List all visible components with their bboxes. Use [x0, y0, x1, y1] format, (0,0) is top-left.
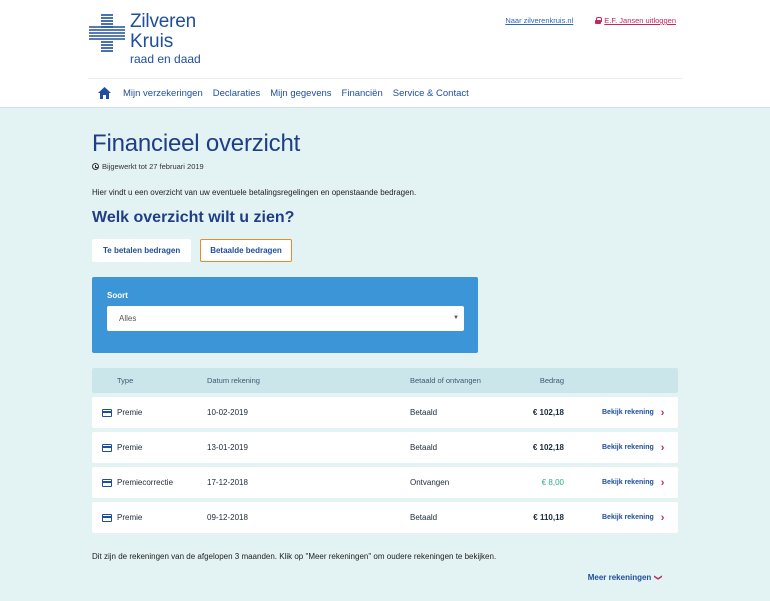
chevron-right-icon: ›: [660, 441, 665, 454]
overview-tabs: Te betalen bedragen Betaalde bedragen: [92, 239, 292, 262]
header-status: Betaald of ontvangen: [410, 376, 481, 385]
main-nav: Mijn verzekeringen Declaraties Mijn gege…: [98, 87, 469, 99]
site-header: Zilveren Kruis raad en daad Naar zilvere…: [0, 0, 770, 108]
zilveren-kruis-logo[interactable]: Zilveren Kruis raad en daad: [88, 12, 201, 65]
updated-text: Bijgewerkt tot 27 februari 2019: [102, 162, 204, 171]
table-row: Premie 10-02-2019 Betaald € 102,18 Bekij…: [92, 397, 678, 428]
nav-item-service-contact[interactable]: Service & Contact: [393, 88, 469, 99]
view-invoice-label: Bekijk rekening: [602, 514, 654, 521]
updated-note: Bijgewerkt tot 27 februari 2019: [92, 162, 204, 171]
credit-card-icon: [102, 443, 112, 452]
soort-select-value: Alles: [119, 314, 137, 323]
zilverenkruis-link[interactable]: Naar zilverenkruis.nl: [505, 16, 573, 25]
row-status: Betaald: [410, 513, 438, 522]
header-amount: Bedrag: [539, 376, 564, 385]
chevron-right-icon: ›: [660, 511, 665, 524]
nav-item-declaraties[interactable]: Declaraties: [213, 88, 261, 99]
more-invoices-link[interactable]: Meer rekeningen ❯: [587, 573, 664, 582]
view-invoice-link[interactable]: Bekijk rekening ›: [564, 442, 678, 454]
view-invoice-link[interactable]: Bekijk rekening ›: [564, 512, 678, 524]
lock-icon: [595, 17, 603, 24]
row-date: 10-02-2019: [207, 408, 248, 417]
view-invoice-link[interactable]: Bekijk rekening ›: [564, 477, 678, 489]
soort-select[interactable]: Alles ▼: [107, 306, 464, 331]
logo-tagline: raad en daad: [130, 52, 201, 66]
credit-card-icon: [102, 513, 112, 522]
nav-divider: [88, 78, 682, 79]
view-invoice-label: Bekijk rekening: [602, 479, 654, 486]
credit-card-icon: [102, 408, 112, 417]
row-type: Premie: [117, 443, 143, 452]
logout-label: E.F. Jansen uitloggen: [604, 16, 676, 25]
nav-item-financien[interactable]: Financiën: [342, 88, 383, 99]
caret-down-icon: ▼: [453, 315, 459, 321]
row-status: Betaald: [410, 408, 438, 417]
nav-item-mijn-gegevens[interactable]: Mijn gegevens: [270, 88, 331, 99]
tab-te-betalen-bedragen[interactable]: Te betalen bedragen: [92, 239, 192, 262]
footnote-text: Dit zijn de rekeningen van de afgelopen …: [92, 552, 497, 561]
credit-card-icon: [102, 478, 112, 487]
table-header: Type Datum rekening Betaald of ontvangen…: [92, 368, 678, 393]
home-icon[interactable]: [98, 87, 111, 99]
page-title: Financieel overzicht: [92, 130, 301, 157]
header-type: Type: [117, 376, 134, 385]
view-invoice-link[interactable]: Bekijk rekening ›: [564, 407, 678, 419]
overview-question: Welk overzicht wilt u zien?: [92, 209, 295, 226]
top-links: Naar zilverenkruis.nl E.F. Jansen uitlog…: [505, 16, 676, 25]
more-invoices-label: Meer rekeningen: [587, 573, 652, 582]
filter-panel: Soort Alles ▼: [92, 277, 478, 353]
clock-icon: [92, 163, 99, 170]
table-row: Premiecorrectie 17-12-2018 Ontvangen € 8…: [92, 467, 678, 498]
cross-logo-icon: [88, 14, 126, 52]
chevron-down-icon: ❯: [654, 574, 664, 581]
intro-text: Hier vindt u een overzicht van uw eventu…: [92, 188, 417, 197]
row-amount: € 102,18: [532, 408, 564, 417]
logo-text-line1: Zilveren: [130, 11, 196, 32]
row-date: 17-12-2018: [207, 478, 248, 487]
view-invoice-label: Bekijk rekening: [602, 444, 654, 451]
row-amount: € 110,18: [533, 513, 564, 522]
row-type: Premie: [117, 513, 143, 522]
invoices-table: Type Datum rekening Betaald of ontvangen…: [92, 368, 678, 533]
row-status: Ontvangen: [410, 478, 450, 487]
filter-label: Soort: [107, 291, 128, 300]
row-amount: € 102,18: [532, 443, 564, 452]
table-row: Premie 09-12-2018 Betaald € 110,18 Bekij…: [92, 502, 678, 533]
table-row: Premie 13-01-2019 Betaald € 102,18 Bekij…: [92, 432, 678, 463]
logout-link[interactable]: E.F. Jansen uitloggen: [595, 16, 676, 25]
tab-betaalde-bedragen[interactable]: Betaalde bedragen: [200, 239, 292, 262]
row-type: Premie: [117, 408, 143, 417]
nav-item-mijn-verzekeringen[interactable]: Mijn verzekeringen: [123, 88, 203, 99]
logo-text-line2: Kruis: [130, 31, 174, 52]
row-date: 09-12-2018: [207, 513, 248, 522]
chevron-right-icon: ›: [660, 406, 665, 419]
row-amount: € 8,00: [541, 478, 564, 487]
row-date: 13-01-2019: [207, 443, 248, 452]
chevron-right-icon: ›: [660, 476, 665, 489]
row-type: Premiecorrectie: [117, 478, 174, 487]
view-invoice-label: Bekijk rekening: [602, 409, 654, 416]
header-date: Datum rekening: [207, 376, 260, 385]
row-status: Betaald: [410, 443, 438, 452]
